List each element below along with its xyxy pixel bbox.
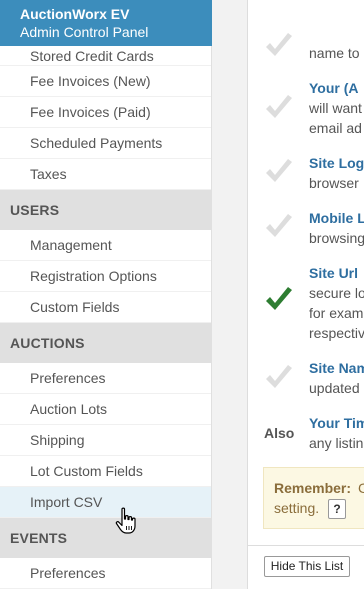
sidebar-item-registration-options[interactable]: Registration Options [0, 261, 211, 292]
checklist-item-title[interactable]: Site Nam [309, 360, 364, 376]
remember-text-line2: setting. [274, 500, 320, 516]
sidebar-item-scheduled-payments[interactable]: Scheduled Payments [0, 128, 211, 159]
checklist-item-title[interactable]: Site Url [309, 265, 358, 281]
checklist-item-text: for exam [309, 305, 364, 321]
check-green-icon [264, 286, 294, 314]
checklist-item-text: will want [309, 100, 362, 116]
setup-checklist-panel: name to Your (A will want email ad Site … [247, 0, 364, 589]
also-label: Also [264, 425, 295, 441]
check-gray-icon [264, 32, 294, 60]
sidebar-section-users: USERS [0, 190, 211, 230]
check-gray-icon [264, 158, 294, 186]
app-header: AuctionWorx EV Admin Control Panel [0, 0, 212, 46]
hide-list-button[interactable]: Hide This List [264, 556, 350, 577]
sidebar-item-custom-fields[interactable]: Custom Fields [0, 292, 211, 323]
checklist-item-title[interactable]: Your (A [309, 80, 359, 96]
hand-pointer-cursor-icon [115, 507, 137, 535]
sidebar-item-stored-credit-cards[interactable]: Stored Credit Cards [0, 46, 211, 66]
checklist-item-text: email ad [309, 120, 362, 136]
checklist-item-text: browser [309, 175, 359, 191]
sidebar-item-auction-preferences[interactable]: Preferences [0, 363, 211, 394]
checklist-item-text: secure lo [309, 285, 364, 301]
checklist-item-text: updated [309, 380, 360, 396]
sidebar-section-events: EVENTS [0, 518, 211, 558]
sidebar-item-auction-lots[interactable]: Auction Lots [0, 394, 211, 425]
sidebar-item-taxes[interactable]: Taxes [0, 159, 211, 190]
checklist-item-text: respectiv [309, 325, 364, 341]
help-button[interactable]: ? [328, 499, 346, 519]
remember-label: Remember: [274, 480, 352, 496]
checklist-item-text: any listin [309, 435, 364, 451]
checklist-item-title[interactable]: Your Tim [309, 415, 364, 431]
sidebar-item-fee-invoices-paid[interactable]: Fee Invoices (Paid) [0, 97, 211, 128]
checklist-item-title[interactable]: Mobile L [309, 210, 364, 226]
checklist-item-text: browsing [309, 230, 364, 246]
sidebar-item-lot-custom-fields[interactable]: Lot Custom Fields [0, 456, 211, 487]
sidebar-item-shipping[interactable]: Shipping [0, 425, 211, 456]
sidebar-item-event-preferences[interactable]: Preferences [0, 558, 211, 589]
app-title[interactable]: AuctionWorx EV [20, 6, 212, 23]
sidebar-item-fee-invoices-new[interactable]: Fee Invoices (New) [0, 66, 211, 97]
checklist-item-title[interactable]: Site Logo [309, 155, 364, 171]
sidebar-item-management[interactable]: Management [0, 230, 211, 261]
app-subtitle: Admin Control Panel [20, 24, 149, 40]
sidebar-section-auctions: AUCTIONS [0, 323, 211, 363]
check-gray-icon [264, 364, 294, 392]
check-gray-icon [264, 213, 294, 241]
divider [248, 545, 364, 546]
sidebar-item-import-csv[interactable]: Import CSV [0, 487, 211, 518]
remember-text: C [358, 480, 364, 496]
sidebar: Stored Credit Cards Fee Invoices (New) F… [0, 46, 212, 589]
remember-notice: Remember: C setting. ? [263, 467, 364, 529]
check-gray-icon [264, 94, 294, 122]
checklist-item-text: name to [309, 45, 360, 61]
